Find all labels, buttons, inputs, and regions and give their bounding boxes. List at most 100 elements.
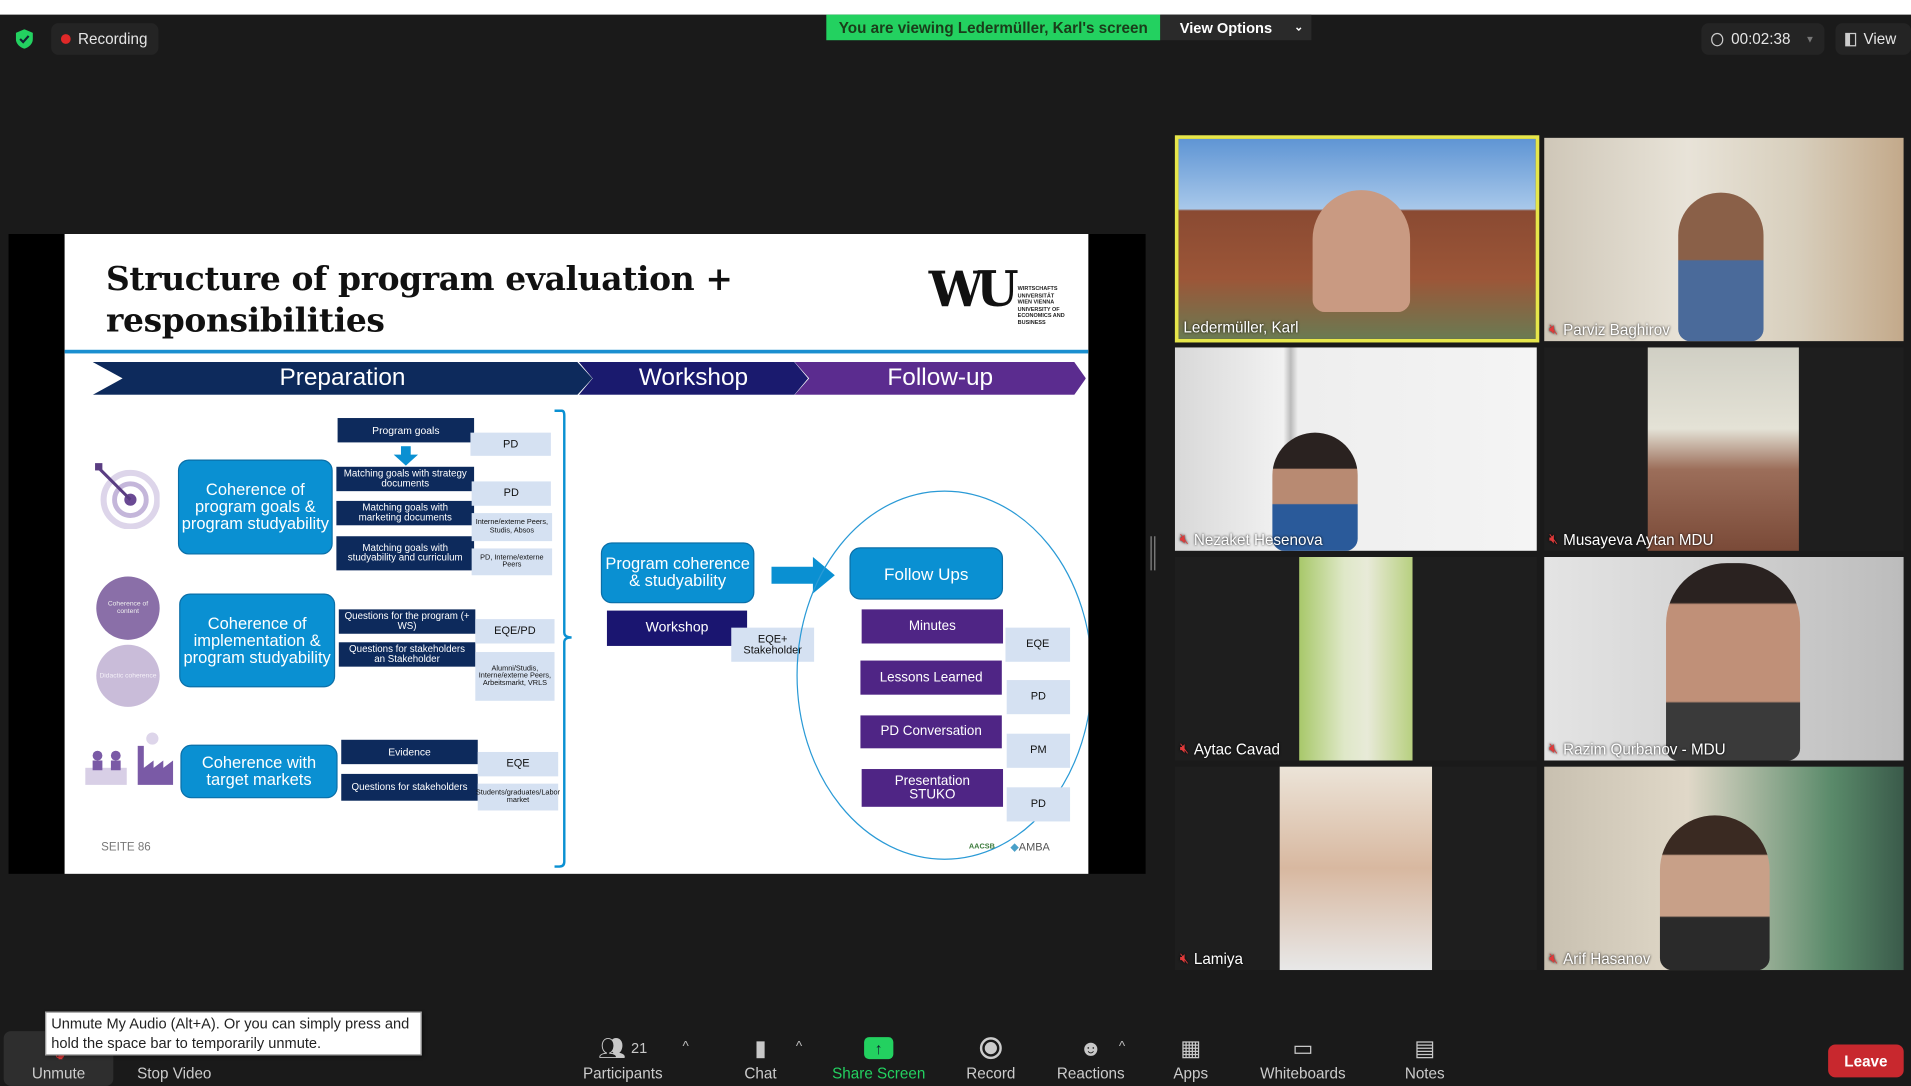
view-options-button[interactable]: View Options ⌄ bbox=[1160, 14, 1312, 41]
split-resize-handle[interactable] bbox=[1150, 536, 1156, 571]
responsible-box: EQE bbox=[477, 751, 559, 777]
video-tile[interactable]: 🔇︎ Parviz Baghirov bbox=[1544, 137, 1904, 342]
participant-name-label: Musayeva Aytan MDU bbox=[1563, 530, 1714, 548]
participant-name: 🔇︎ Arif Hasanov bbox=[1549, 949, 1650, 967]
participant-name-label: Ledermüller, Karl bbox=[1183, 319, 1299, 337]
whiteboards-button[interactable]: ▭ Whiteboards bbox=[1254, 1031, 1352, 1082]
curly-brace bbox=[554, 409, 572, 868]
presentation-slide: Structure of program evaluation + respons… bbox=[64, 234, 1089, 874]
task-box: Matching goals with studyability and cur… bbox=[336, 536, 475, 571]
target-icon bbox=[95, 463, 160, 529]
whiteboard-icon: ▭ bbox=[1292, 1035, 1314, 1060]
view-button[interactable]: View bbox=[1835, 23, 1911, 55]
meeting-timer[interactable]: 00:02:38 ▼ bbox=[1701, 23, 1825, 55]
share-screen-button[interactable]: ↑ Share Screen bbox=[830, 1031, 928, 1082]
video-tile[interactable]: 🔇︎ Aytac Cavad bbox=[1174, 556, 1537, 761]
notes-icon: ▤ bbox=[1414, 1035, 1436, 1060]
title-divider bbox=[64, 349, 1089, 354]
chat-caret-icon[interactable]: ^ bbox=[796, 1040, 802, 1055]
video-feed bbox=[1279, 766, 1433, 971]
chevron-down-icon: ▼ bbox=[1805, 33, 1815, 45]
responsible-box: PD bbox=[1006, 680, 1071, 715]
unmute-tooltip: Unmute My Audio (Alt+A). Or you can simp… bbox=[45, 1011, 422, 1056]
apps-label: Apps bbox=[1173, 1065, 1209, 1083]
slide-title-line: Structure of program evaluation + bbox=[106, 260, 733, 299]
participants-label: Participants bbox=[582, 1065, 663, 1083]
video-tile[interactable]: 🔇︎ Musayeva Aytan MDU bbox=[1544, 347, 1904, 551]
unmute-label: Unmute bbox=[31, 1065, 86, 1083]
chat-label: Chat bbox=[744, 1065, 777, 1083]
responsible-box: EQE bbox=[1005, 627, 1071, 662]
participant-name: 🔇︎ Aytac Cavad bbox=[1180, 740, 1280, 758]
smiley-plus-icon: ☻ bbox=[1079, 1035, 1103, 1060]
timer-value: 00:02:38 bbox=[1731, 30, 1791, 48]
phase-follow-up: Follow-up bbox=[794, 361, 1086, 395]
classroom-factory-icon bbox=[85, 732, 174, 785]
recording-label: Recording bbox=[78, 30, 148, 48]
chat-button[interactable]: ▮ Chat bbox=[731, 1031, 790, 1082]
page-label: SEITE 86 bbox=[101, 840, 151, 855]
coherence-markets-box: Coherence with target markets bbox=[180, 744, 338, 799]
record-button[interactable]: Record bbox=[954, 1031, 1027, 1082]
workshop-box: Workshop bbox=[606, 610, 748, 646]
video-tile[interactable]: 🔇︎ Razim Qurbanov - MDU bbox=[1544, 556, 1904, 761]
participant-name: 🔇︎ Lamiya bbox=[1180, 949, 1243, 967]
notes-label: Notes bbox=[1404, 1065, 1445, 1083]
participant-name-label: Parviz Baghirov bbox=[1563, 321, 1670, 339]
followup-item: Presentation STUKO bbox=[861, 769, 1004, 807]
participant-name: 🔇︎ Musayeva Aytan MDU bbox=[1549, 530, 1714, 548]
participant-name: 🔇︎ Parviz Baghirov bbox=[1549, 321, 1670, 339]
participant-silhouette bbox=[1666, 563, 1801, 761]
followup-item: Minutes bbox=[861, 609, 1004, 644]
record-icon bbox=[979, 1031, 1002, 1065]
responsible-box: Alumni/Studis, Interne/externe Peers, Ar… bbox=[475, 652, 555, 701]
followup-item: Lessons Learned bbox=[860, 660, 1002, 695]
task-box: Questions for the program (+ WS) bbox=[338, 609, 476, 634]
slide-title: Structure of program evaluation + respons… bbox=[106, 260, 733, 343]
participants-button[interactable]: 👥︎ 21 Participants bbox=[574, 1031, 672, 1082]
task-box: Program goals bbox=[337, 418, 475, 443]
apps-button[interactable]: ▦ Apps bbox=[1160, 1031, 1221, 1082]
video-tile[interactable]: 🔇︎ Nezaket Hesenova bbox=[1174, 347, 1537, 551]
aacsb-logo: AACSB bbox=[968, 843, 995, 851]
recording-dot-icon bbox=[60, 34, 71, 44]
followup-item: PD Conversation bbox=[860, 715, 1002, 749]
follow-ups-box: Follow Ups bbox=[849, 547, 1004, 600]
view-options-label: View Options bbox=[1179, 18, 1273, 36]
recording-indicator[interactable]: Recording bbox=[51, 23, 159, 55]
participant-silhouette bbox=[1312, 190, 1411, 312]
amba-diamond-icon: ◆ bbox=[1010, 840, 1019, 854]
participant-name-label: Arif Hasanov bbox=[1563, 950, 1651, 968]
notes-button[interactable]: ▤ Notes bbox=[1394, 1031, 1455, 1082]
mic-muted-icon: 🔇︎ bbox=[1549, 320, 1559, 338]
arrow-down-icon bbox=[393, 446, 419, 466]
video-tile[interactable]: 🔇︎ Lamiya bbox=[1174, 766, 1537, 971]
participants-caret-icon[interactable]: ^ bbox=[683, 1040, 689, 1055]
video-tile[interactable]: Ledermüller, Karl bbox=[1174, 135, 1540, 343]
responsible-box: PD, Interne/externe Peers bbox=[471, 548, 553, 576]
responsible-box: PD bbox=[470, 432, 551, 456]
responsible-box: PM bbox=[1006, 733, 1071, 768]
video-tile[interactable]: 🔇︎ Arif Hasanov bbox=[1544, 766, 1904, 971]
amba-logo-text: AMBA bbox=[1018, 840, 1050, 854]
task-box: Questions for stakeholders an Stakeholde… bbox=[338, 642, 476, 667]
reactions-caret-icon[interactable]: ^ bbox=[1119, 1040, 1125, 1055]
stop-video-label: Stop Video bbox=[137, 1065, 212, 1083]
responsible-box: PD bbox=[1006, 787, 1071, 822]
coherence-implementation-box: Coherence of implementation & program st… bbox=[179, 593, 336, 688]
task-box: Questions for stakeholders bbox=[341, 773, 478, 801]
view-layout-icon bbox=[1845, 32, 1857, 46]
participant-silhouette bbox=[1678, 192, 1764, 342]
task-box: Matching goals with marketing documents bbox=[336, 500, 475, 526]
participant-name: Ledermüller, Karl bbox=[1183, 319, 1298, 336]
coherence-goals-box: Coherence of program goals & program stu… bbox=[177, 459, 333, 555]
task-box: Matching goals with strategy documents bbox=[336, 466, 475, 492]
chevron-down-icon: ⌄ bbox=[1294, 20, 1304, 33]
reactions-label: Reactions bbox=[1056, 1065, 1125, 1083]
task-box: Evidence bbox=[341, 739, 478, 765]
leave-button[interactable]: Leave bbox=[1828, 1044, 1904, 1078]
mic-muted-icon: 🔇︎ bbox=[1549, 739, 1559, 757]
record-label: Record bbox=[966, 1065, 1016, 1083]
shield-check-icon[interactable] bbox=[10, 24, 39, 53]
phase-workshop: Workshop bbox=[578, 361, 809, 395]
